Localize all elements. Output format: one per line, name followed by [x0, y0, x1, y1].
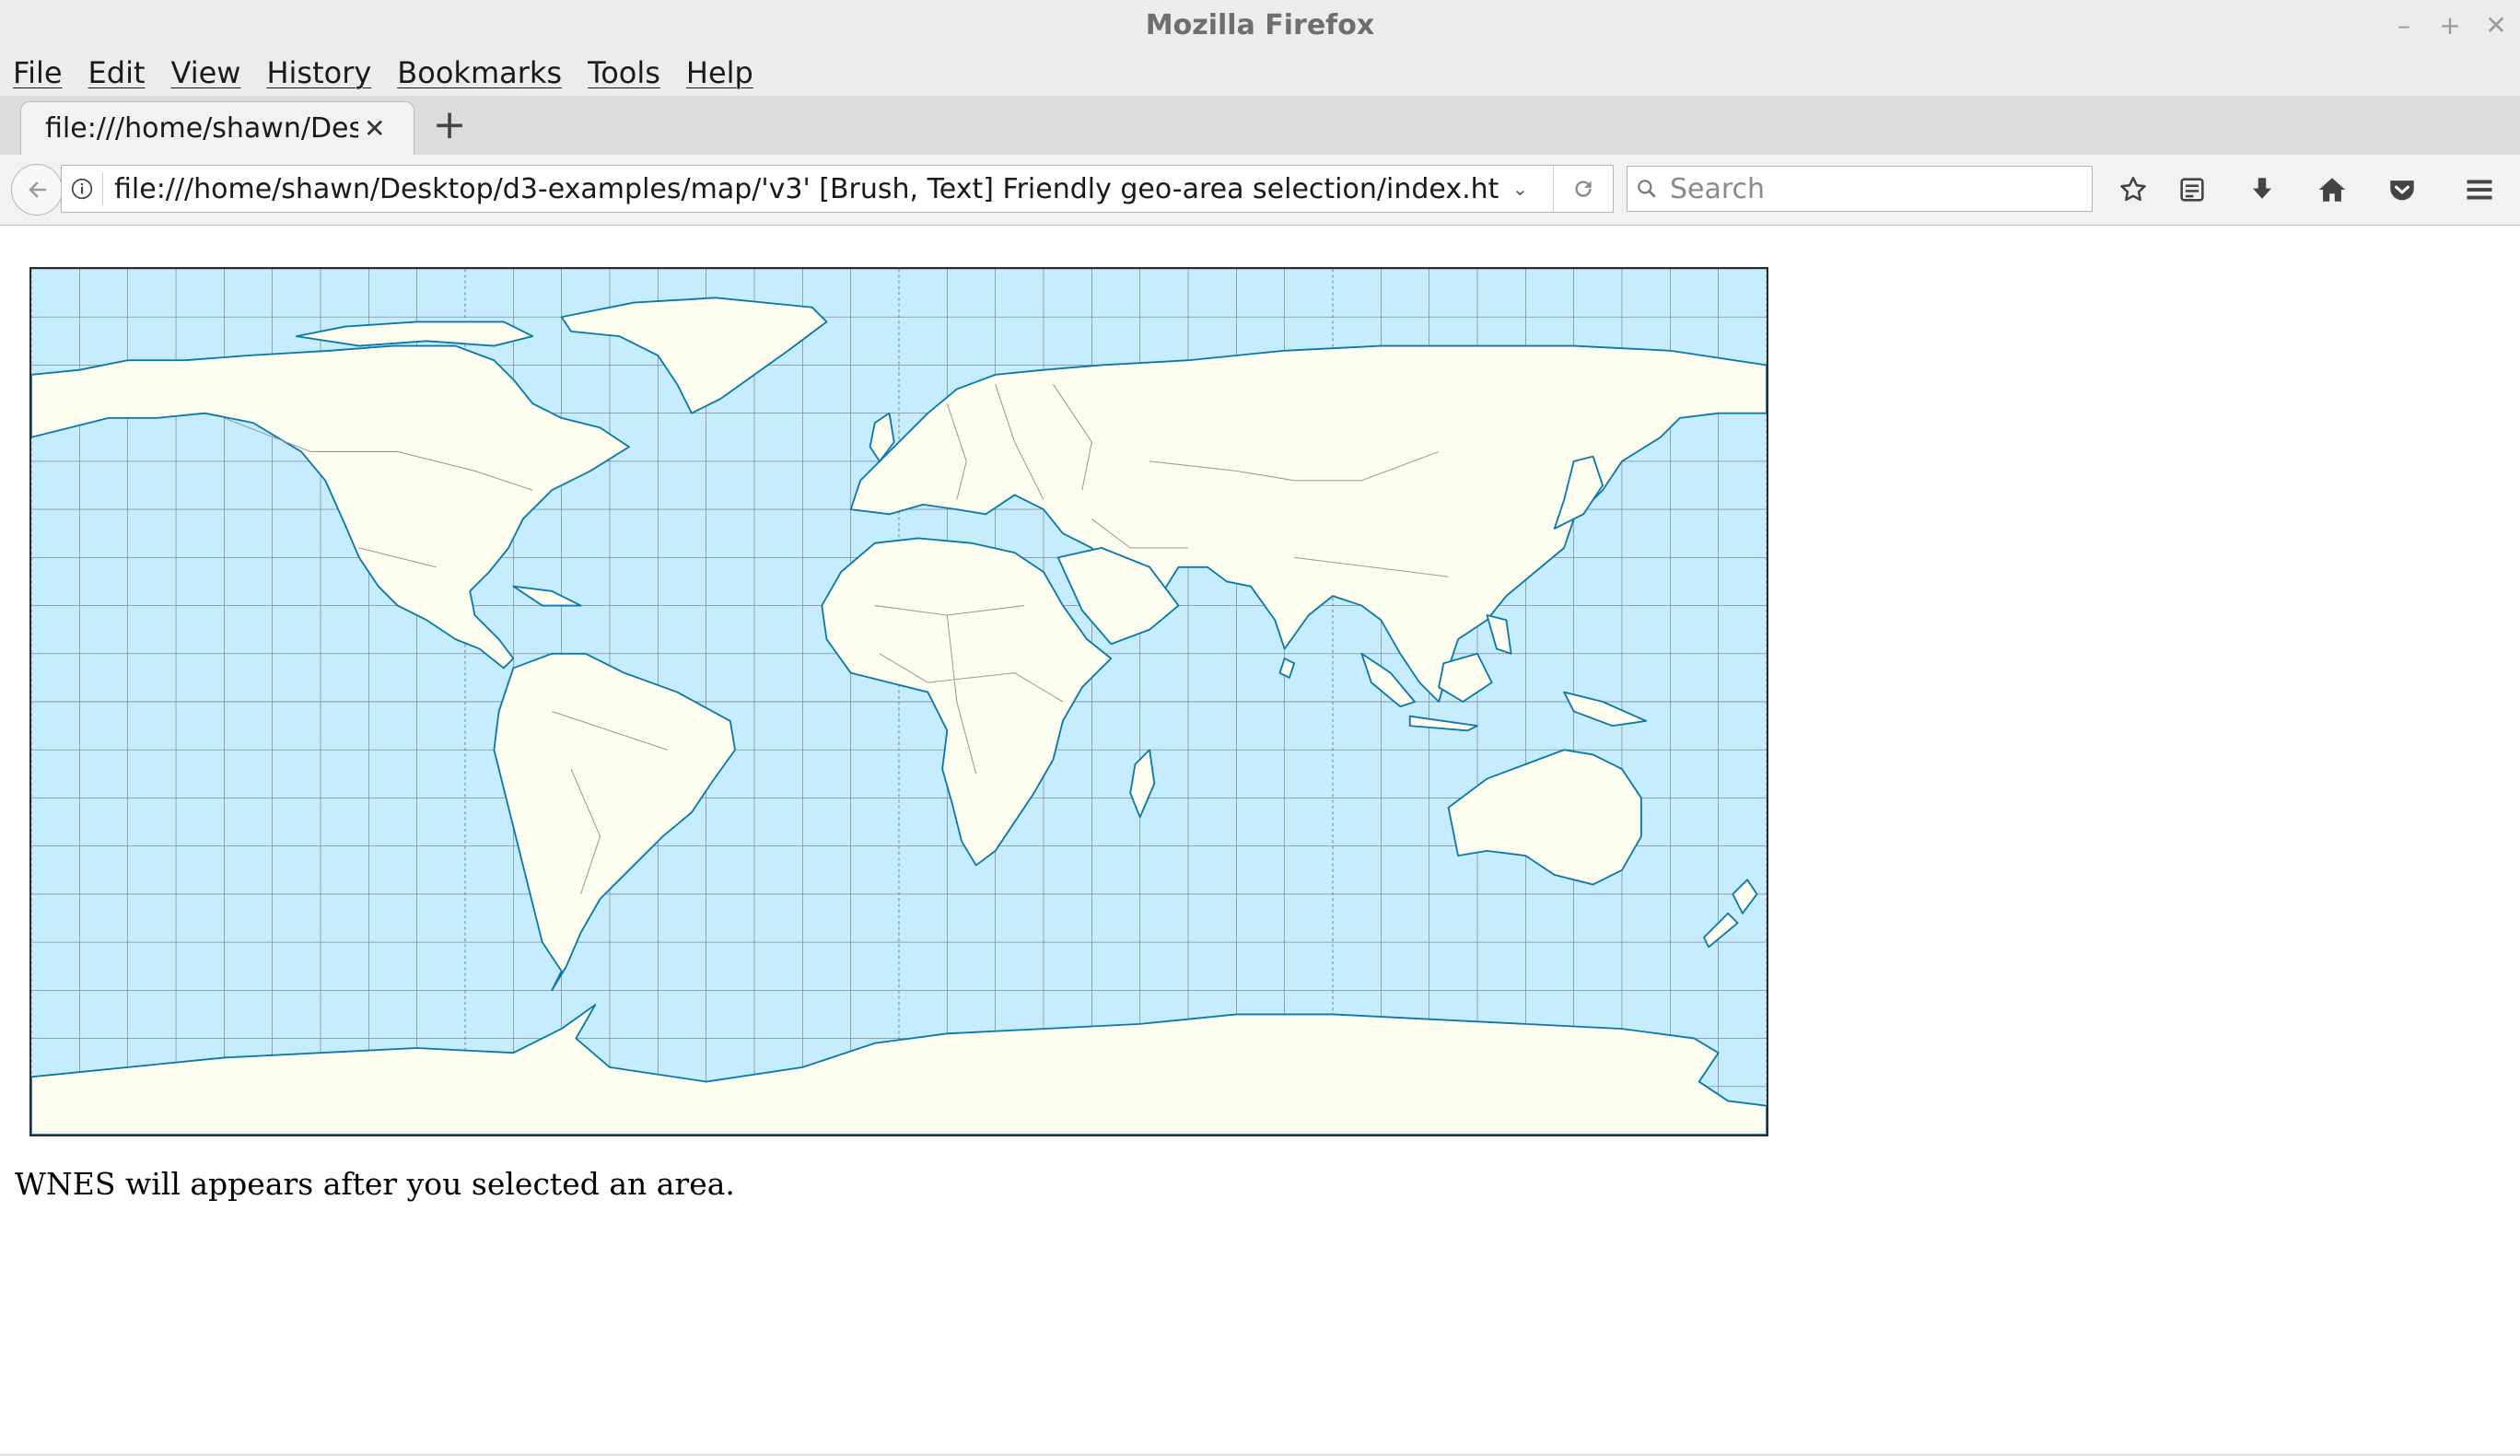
menu-bookmarks[interactable]: Bookmarks — [397, 55, 562, 90]
close-icon[interactable]: ✕ — [2485, 10, 2507, 41]
navigation-bar: file:///home/shawn/Desktop/d3-examples/m… — [0, 155, 2520, 226]
bookmark-star-icon[interactable] — [2111, 168, 2155, 212]
menu-history[interactable]: History — [266, 55, 371, 90]
tab-close-icon[interactable]: ✕ — [364, 113, 385, 144]
reload-icon — [1575, 181, 1592, 197]
menu-edit[interactable]: Edit — [88, 55, 146, 90]
world-map[interactable] — [29, 267, 1768, 1136]
menu-view[interactable]: View — [171, 55, 241, 90]
url-bar[interactable]: file:///home/shawn/Desktop/d3-examples/m… — [61, 165, 1614, 213]
search-input[interactable] — [1668, 171, 2077, 206]
tab-active[interactable]: file:///home/shawn/Desktop/d3-examples/m… — [20, 101, 414, 155]
reading-list-icon[interactable] — [2170, 168, 2214, 212]
minimize-icon[interactable]: – — [2393, 10, 2415, 41]
url-dropdown-icon[interactable]: ⌄ — [1512, 178, 1536, 200]
search-icon — [1635, 177, 1662, 201]
world-map-canvas[interactable] — [31, 269, 1767, 1135]
pocket-icon[interactable] — [2380, 168, 2424, 212]
maximize-icon[interactable]: + — [2439, 10, 2461, 41]
back-icon — [29, 181, 46, 198]
reload-button[interactable] — [1553, 166, 1613, 212]
url-text[interactable]: file:///home/shawn/Desktop/d3-examples/m… — [114, 173, 1507, 205]
window-controls: – + ✕ — [2393, 4, 2507, 46]
tab-label: file:///home/shawn/Desktop/d3-examples/m… — [45, 112, 358, 145]
menu-tools[interactable]: Tools — [588, 55, 660, 90]
menubar: File Edit View History Bookmarks Tools H… — [0, 50, 2520, 96]
download-icon[interactable] — [2240, 168, 2284, 212]
new-tab-icon[interactable]: + — [431, 103, 468, 147]
selection-status-text: WNES will appears after you selected an … — [15, 1166, 735, 1202]
window-title: Mozilla Firefox — [1145, 8, 1375, 41]
menu-help[interactable]: Help — [686, 55, 753, 90]
site-info-icon[interactable] — [62, 172, 103, 205]
hamburger-menu-icon[interactable] — [2457, 168, 2502, 212]
search-bar[interactable] — [1627, 166, 2093, 212]
back-button[interactable] — [11, 164, 63, 215]
home-icon[interactable] — [2310, 168, 2354, 212]
menu-file[interactable]: File — [13, 55, 63, 90]
tab-strip: file:///home/shawn/Desktop/d3-examples/m… — [0, 96, 2520, 156]
window-titlebar: Mozilla Firefox – + ✕ — [0, 0, 2520, 50]
